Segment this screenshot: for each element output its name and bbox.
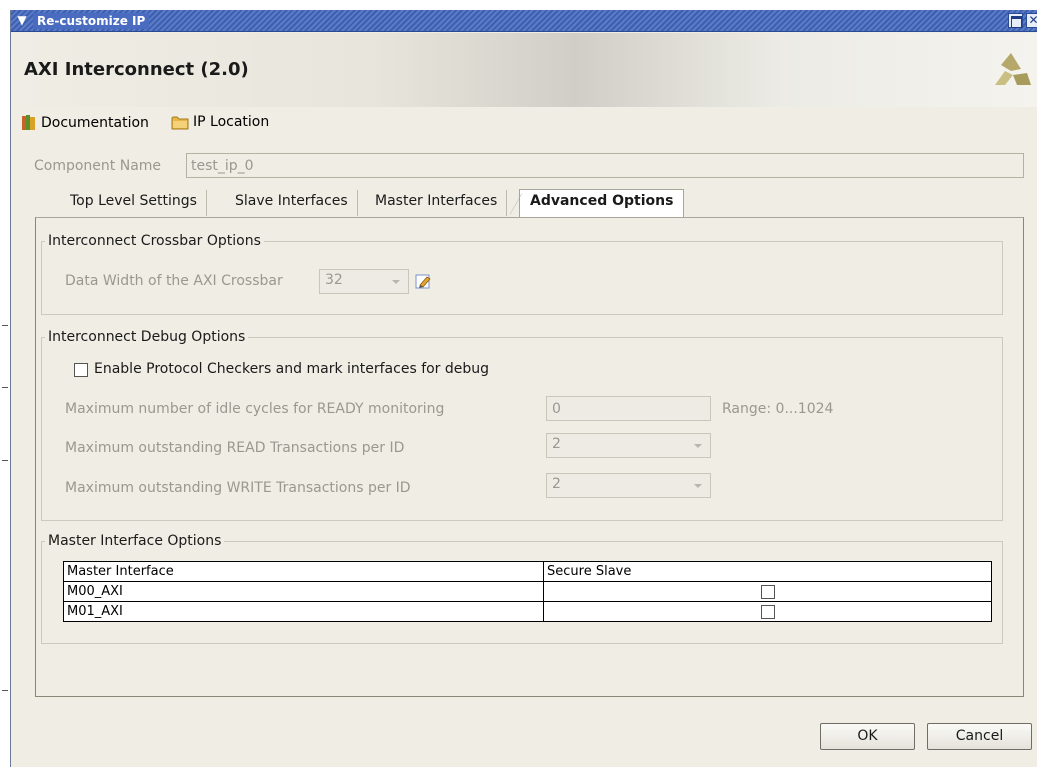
idle-cycles-range: Range: 0...1024 (722, 401, 834, 417)
secure-slave-cell (543, 601, 992, 622)
crossbar-options-legend: Interconnect Crossbar Options (48, 233, 261, 249)
vendor-logo-icon (995, 53, 1031, 85)
title-bar[interactable]: ▼ Re-customize IP ✕ (11, 10, 1037, 32)
header-toolbar: Documentation IP Location (11, 108, 1037, 138)
ok-button[interactable]: OK (820, 723, 915, 750)
write-transactions-label: Maximum outstanding WRITE Transactions p… (65, 480, 411, 496)
background-window-edge (0, 0, 10, 767)
data-width-value: 32 (325, 272, 343, 288)
tab-top-level-settings[interactable]: Top Level Settings (61, 190, 207, 216)
write-transactions-select[interactable]: 2 (546, 473, 711, 498)
maximize-button[interactable] (1008, 13, 1023, 28)
cancel-button[interactable]: Cancel (927, 723, 1032, 750)
master-interface-table: Master Interface Secure Slave M00_AXI M0… (63, 561, 992, 622)
secure-slave-checkbox[interactable] (760, 604, 775, 619)
data-width-select[interactable]: 32 (319, 269, 409, 294)
documentation-label: Documentation (41, 114, 149, 131)
close-button[interactable]: ✕ (1026, 13, 1037, 28)
master-interface-name: M00_AXI (63, 581, 544, 602)
edit-icon[interactable] (415, 273, 432, 290)
secure-slave-cell (543, 581, 992, 602)
tab-advanced-options[interactable]: Advanced Options (509, 189, 685, 218)
table-row[interactable]: M01_AXI (63, 601, 992, 622)
data-width-label: Data Width of the AXI Crossbar (65, 273, 283, 289)
documentation-link[interactable]: Documentation (21, 114, 149, 131)
chevron-down-icon (694, 484, 702, 488)
table-row[interactable]: M00_AXI (63, 581, 992, 602)
edge-tick (2, 387, 8, 388)
protocol-checker-label[interactable]: Enable Protocol Checkers and mark interf… (94, 361, 489, 377)
dialog-header: AXI Interconnect (2.0) (11, 33, 1037, 107)
component-name-label: Component Name (34, 158, 162, 174)
write-transactions-value: 2 (552, 476, 561, 492)
edge-tick (2, 460, 8, 461)
read-transactions-select[interactable]: 2 (546, 433, 711, 458)
edge-tick (2, 690, 8, 691)
documentation-icon (22, 115, 35, 130)
tab-master-interfaces[interactable]: Master Interfaces (366, 190, 508, 216)
folder-icon (171, 116, 189, 129)
secure-slave-checkbox[interactable] (760, 584, 775, 599)
ip-location-label: IP Location (193, 114, 270, 130)
column-header-secure-slave: Secure Slave (543, 561, 992, 582)
component-name-field[interactable] (186, 153, 1024, 178)
window-title: Re-customize IP (33, 13, 150, 29)
ip-heading: AXI Interconnect (2.0) (24, 59, 249, 80)
chevron-down-icon (694, 444, 702, 448)
master-interface-options-legend: Master Interface Options (48, 533, 222, 549)
read-transactions-label: Maximum outstanding READ Transactions pe… (65, 440, 405, 456)
window-menu-icon[interactable]: ▼ (14, 13, 30, 28)
edge-tick (2, 325, 8, 326)
protocol-checker-checkbox[interactable] (74, 363, 88, 377)
table-header-row: Master Interface Secure Slave (63, 561, 992, 582)
idle-cycles-field[interactable] (546, 396, 711, 421)
ip-location-link[interactable]: IP Location (171, 114, 269, 130)
master-interface-name: M01_AXI (63, 601, 544, 622)
tab-slave-interfaces[interactable]: Slave Interfaces (226, 190, 358, 216)
debug-options-legend: Interconnect Debug Options (48, 329, 246, 345)
read-transactions-value: 2 (552, 436, 561, 452)
column-header-master-interface: Master Interface (63, 561, 544, 582)
idle-cycles-label: Maximum number of idle cycles for READY … (65, 401, 445, 417)
chevron-down-icon (392, 280, 400, 284)
